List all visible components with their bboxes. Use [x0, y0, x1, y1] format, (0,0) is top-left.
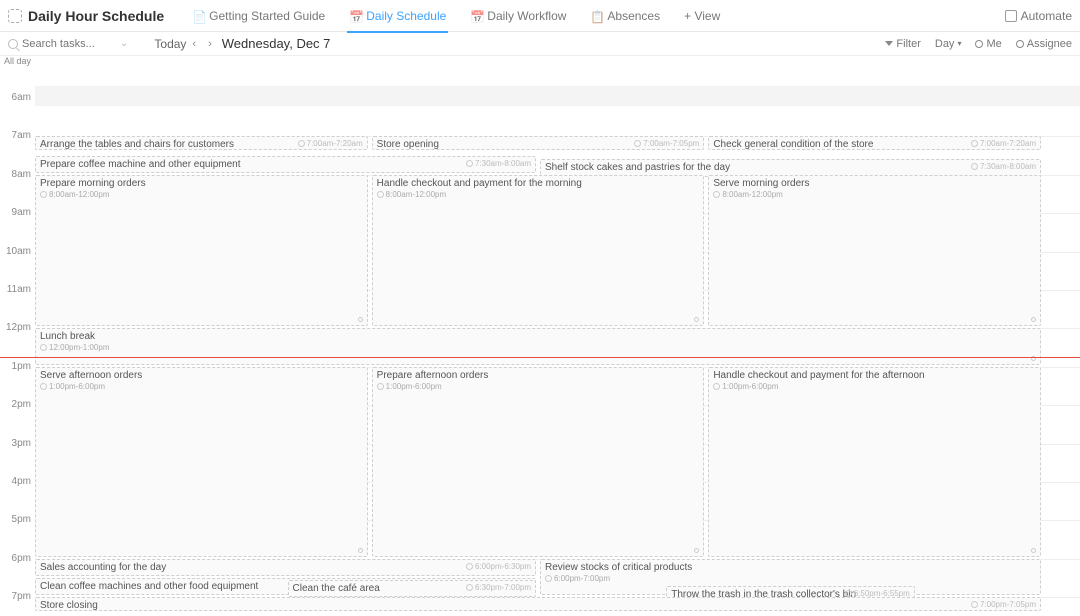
calendar-event[interactable]: Arrange the tables and chairs for custom…	[35, 136, 368, 150]
hour-label: 2pm	[0, 399, 35, 410]
calendar-grid[interactable]: All day 6am 7am 8am 9am 10am 11am 12pm 1pm 2pm 3p…	[0, 56, 1080, 616]
hour-label: 6am	[0, 92, 35, 103]
hour-label: 7pm	[0, 591, 35, 602]
event-time: 12:00pm-1:00pm	[40, 343, 1036, 352]
event-status-icon	[358, 548, 363, 553]
event-time: 7:00pm-7:05pm	[971, 600, 1036, 609]
doc-icon: 📄	[192, 10, 204, 22]
event-time: 8:00am-12:00pm	[40, 190, 363, 199]
calendar-event[interactable]: Serve afternoon orders1:00pm-6:00pm	[35, 367, 368, 557]
allday-label: All day	[0, 56, 35, 68]
calendar-event[interactable]: Check general condition of the store7:00…	[708, 136, 1041, 150]
today-button[interactable]: Today	[154, 37, 186, 51]
calendar-event[interactable]: Sales accounting for the day6:00pm-6:30p…	[35, 559, 536, 576]
hour-label: 1pm	[0, 361, 35, 372]
event-time: 7:30am-8:00am	[466, 159, 531, 168]
hour-label: 7am	[0, 130, 35, 141]
event-time: 1:00pm-6:00pm	[377, 382, 700, 391]
current-date: Wednesday, Dec 7	[222, 36, 331, 51]
hour-label: 9am	[0, 207, 35, 218]
list-icon: 📋	[590, 10, 602, 22]
event-title: Handle checkout and payment for the morn…	[377, 178, 700, 189]
workspace-title: Daily Hour Schedule	[8, 8, 164, 24]
automate-button[interactable]: Automate	[1005, 9, 1072, 23]
event-title: Prepare morning orders	[40, 178, 363, 189]
add-view-button[interactable]: + View	[672, 0, 732, 32]
event-time: 6:30pm-7:00pm	[466, 583, 531, 592]
search-input[interactable]	[22, 38, 112, 50]
calendar-event[interactable]: Prepare coffee machine and other equipme…	[35, 156, 536, 173]
assignee-filter[interactable]: Assignee	[1016, 38, 1072, 50]
next-day-button[interactable]: ›	[202, 38, 218, 50]
toolbar: ⌄ Today ‹ › Wednesday, Dec 7 Filter Day▾…	[0, 32, 1080, 56]
event-time: 6:00pm-7:00pm	[545, 574, 1036, 583]
event-time: 8:00am-12:00pm	[377, 190, 700, 199]
hour-label: 11am	[0, 284, 35, 295]
event-title: Prepare coffee machine and other equipme…	[40, 159, 531, 170]
person-icon	[975, 40, 983, 48]
event-time: 1:00pm-6:00pm	[40, 382, 363, 391]
filter-button[interactable]: Filter	[885, 38, 920, 50]
event-status-icon	[694, 548, 699, 553]
workspace-icon	[8, 9, 22, 23]
hour-label: 8am	[0, 169, 35, 180]
hour-label: 4pm	[0, 476, 35, 487]
current-time-indicator	[0, 357, 1080, 358]
calendar-event[interactable]: Store opening7:00am-7:05pm	[372, 136, 705, 150]
event-status-icon	[1031, 548, 1036, 553]
event-time: 6:00pm-6:30pm	[466, 562, 531, 571]
event-title: Sales accounting for the day	[40, 562, 531, 573]
event-title: Serve afternoon orders	[40, 370, 363, 381]
hour-label: 5pm	[0, 514, 35, 525]
calendar-event[interactable]: Serve morning orders8:00am-12:00pm	[708, 175, 1041, 327]
tab-daily-workflow[interactable]: 📅Daily Workflow	[458, 0, 578, 32]
event-time: 1:00pm-6:00pm	[713, 382, 1036, 391]
event-title: Lunch break	[40, 331, 1036, 342]
search-icon	[8, 39, 18, 49]
search-dropdown[interactable]: ⌄	[120, 38, 128, 49]
calendar-event[interactable]: Prepare afternoon orders1:00pm-6:00pm	[372, 367, 705, 557]
day-view-dropdown[interactable]: Day▾	[935, 38, 962, 50]
calendar-icon: 📅	[349, 10, 361, 22]
person-icon	[1016, 40, 1024, 48]
header-bar: Daily Hour Schedule 📄Getting Started Gui…	[0, 0, 1080, 32]
search-field[interactable]	[8, 38, 112, 50]
workspace-title-text: Daily Hour Schedule	[28, 8, 164, 24]
calendar-event[interactable]: Handle checkout and payment for the morn…	[372, 175, 705, 327]
event-title: Prepare afternoon orders	[377, 370, 700, 381]
calendar-event[interactable]: Store closing7:00pm-7:05pm	[35, 597, 1041, 611]
tab-getting-started[interactable]: 📄Getting Started Guide	[180, 0, 337, 32]
automate-icon	[1005, 10, 1017, 22]
event-title: Serve morning orders	[713, 178, 1036, 189]
hour-label: 10am	[0, 246, 35, 257]
calendar-event[interactable]: Lunch break12:00pm-1:00pm	[35, 328, 1041, 364]
event-time: 7:00am-7:05pm	[634, 139, 699, 148]
calendar-icon: 📅	[470, 10, 482, 22]
tab-daily-schedule[interactable]: 📅Daily Schedule	[337, 0, 458, 32]
event-time: 7:30am-8:00am	[971, 162, 1036, 171]
calendar-event[interactable]: Prepare morning orders8:00am-12:00pm	[35, 175, 368, 327]
calendar-event[interactable]: Clean the café area6:30pm-7:00pm	[288, 580, 537, 597]
event-status-icon	[1031, 317, 1036, 322]
event-time: 8:00am-12:00pm	[713, 190, 1036, 199]
event-status-icon	[358, 317, 363, 322]
event-status-icon	[694, 317, 699, 322]
event-time: 7:00am-7:20am	[971, 139, 1036, 148]
event-title: Handle checkout and payment for the afte…	[713, 370, 1036, 381]
hour-label: 12pm	[0, 322, 35, 333]
me-filter[interactable]: Me	[975, 38, 1001, 50]
funnel-icon	[885, 41, 893, 46]
hour-label: 6pm	[0, 553, 35, 564]
tab-absences[interactable]: 📋Absences	[578, 0, 672, 32]
hour-label: 3pm	[0, 438, 35, 449]
prev-day-button[interactable]: ‹	[186, 38, 202, 50]
event-title: Review stocks of critical products	[545, 562, 1036, 573]
event-title: Shelf stock cakes and pastries for the d…	[545, 162, 1036, 173]
calendar-event[interactable]: Handle checkout and payment for the afte…	[708, 367, 1041, 557]
event-title: Store closing	[40, 600, 1036, 611]
event-time: 7:00am-7:20am	[298, 139, 363, 148]
